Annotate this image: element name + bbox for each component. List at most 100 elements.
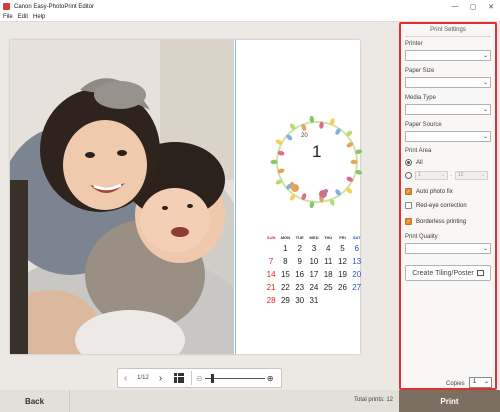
auto-photo-fix-checkbox[interactable]: ✓ xyxy=(405,188,412,195)
copy-icon xyxy=(476,270,484,276)
menu-help[interactable]: Help xyxy=(33,14,45,20)
auto-photo-fix-option[interactable]: ✓ Auto photo fix xyxy=(405,188,453,195)
radio-button[interactable] xyxy=(405,172,412,179)
calendar-day: 20 xyxy=(352,270,362,279)
calendar-day: 19 xyxy=(338,270,347,279)
borderless-checkbox[interactable]: ✓ xyxy=(405,218,412,225)
print-area-label: Print Area xyxy=(405,148,432,154)
wreath-leaf xyxy=(350,159,358,165)
range-to-spinner[interactable]: 12 ⌄ xyxy=(455,171,488,180)
wreath-leaf xyxy=(270,159,278,165)
photo-image[interactable] xyxy=(10,40,234,354)
calendar-day: 3 xyxy=(311,244,317,253)
calendar-day: 21 xyxy=(266,283,276,292)
menu-edit[interactable]: Edit xyxy=(18,14,28,20)
range-separator: - xyxy=(450,172,452,179)
copies-label: Copies xyxy=(446,381,465,387)
flower-wreath-illustration xyxy=(270,115,363,209)
children-photo xyxy=(10,40,234,354)
calendar-day: 14 xyxy=(266,270,276,279)
calendar-day: 23 xyxy=(295,283,305,292)
borderless-option[interactable]: ✓ Borderless printing xyxy=(405,218,466,225)
window-controls: — ▢ ✕ xyxy=(446,0,500,13)
media-type-select[interactable]: ⌄ xyxy=(405,104,491,115)
paper-source-select[interactable]: ⌄ xyxy=(405,131,491,142)
title-bar: Canon Easy-PhotoPrint Editor — ▢ ✕ xyxy=(0,0,500,13)
chevron-down-icon: ⌄ xyxy=(482,246,488,252)
zoom-out-icon[interactable]: ⊖ xyxy=(196,374,203,383)
radio-button[interactable] xyxy=(405,159,412,166)
copies-select[interactable]: 1 ⌄ xyxy=(469,377,492,388)
calendar-day: 28 xyxy=(266,296,276,305)
paper-size-select[interactable]: ⌄ xyxy=(405,77,491,88)
calendar-grid: SUN MON TUE WED THU FRI SAT 1 2 3 4 5 6 7 8 9 10 1… xyxy=(264,235,364,305)
calendar-day: 5 xyxy=(340,244,345,253)
print-area-all-option[interactable]: All xyxy=(405,159,423,166)
menu-bar: File Edit Help xyxy=(0,13,500,22)
calendar-day: 31 xyxy=(309,296,319,305)
page-fold-line xyxy=(235,40,236,354)
printer-select[interactable]: ⌄ xyxy=(405,50,491,61)
back-button[interactable]: Back xyxy=(0,390,70,412)
calendar-day: 26 xyxy=(338,283,347,292)
zoom-slider-thumb[interactable] xyxy=(210,373,214,383)
chevron-down-icon: ⌄ xyxy=(483,379,489,385)
page-indicator: 1/12 xyxy=(137,375,149,381)
calendar-week-row: 28 29 30 31 xyxy=(264,296,364,305)
borderless-label: Borderless printing xyxy=(416,218,467,225)
range-from-spinner[interactable]: 1 ⌄ xyxy=(415,171,448,180)
chevron-right-icon[interactable]: › xyxy=(153,373,168,384)
calendar-page-preview[interactable]: 20 1 SUN MON TUE WED THU FRI SAT 1234567… xyxy=(10,40,363,354)
calendar-day: 22 xyxy=(280,283,290,292)
calendar-day: 4 xyxy=(325,244,331,253)
calendar-day: 13 xyxy=(352,257,362,266)
printer-label: Printer xyxy=(405,41,423,47)
print-button[interactable]: Print xyxy=(399,390,500,412)
print-quality-select[interactable]: ⌄ xyxy=(405,243,491,254)
paper-size-label: Paper Size xyxy=(405,68,435,74)
calendar-day: 6 xyxy=(354,244,359,253)
calendar-day: 17 xyxy=(309,270,319,279)
calendar-weekday-header: SUN MON TUE WED THU FRI SAT xyxy=(264,235,364,240)
red-eye-option[interactable]: Red-eye correction xyxy=(405,202,467,209)
calendar-year: 20 xyxy=(301,133,308,139)
weekday-sat: SAT xyxy=(352,235,361,240)
calendar-day: 29 xyxy=(280,296,290,305)
panel-title: Print Settings xyxy=(430,27,466,33)
create-tiling-poster-button[interactable]: Create Tiling/Poster xyxy=(405,265,491,281)
preview-area: 20 1 SUN MON TUE WED THU FRI SAT 1234567… xyxy=(0,22,398,390)
calendar-day: 27 xyxy=(352,283,362,292)
zoom-in-icon[interactable]: ⊕ xyxy=(267,374,274,383)
minimize-button[interactable]: — xyxy=(446,0,464,13)
chevron-down-icon: ⌄ xyxy=(482,107,488,113)
menu-file[interactable]: File xyxy=(3,14,13,20)
calendar-day: 24 xyxy=(309,283,319,292)
red-eye-checkbox[interactable] xyxy=(405,202,412,209)
chevron-left-icon[interactable]: ‹ xyxy=(118,373,133,384)
close-button[interactable]: ✕ xyxy=(482,0,500,13)
calendar-day: 18 xyxy=(323,270,333,279)
app-logo-icon xyxy=(3,3,10,10)
weekday-fri: FRI xyxy=(339,235,346,240)
calendar-day xyxy=(264,244,278,253)
print-area-range-option[interactable]: 1 ⌄ - 12 ⌄ xyxy=(405,171,488,180)
bottom-bar: Back Total prints: 12 Print xyxy=(0,390,500,412)
calendar-week-row: 14 15 16 17 18 19 20 xyxy=(264,270,364,279)
divider xyxy=(191,371,192,385)
calendar-day: 15 xyxy=(280,270,290,279)
calendar-week-row: 7 8 9 10 11 12 13 xyxy=(264,257,364,266)
weekday-wed: WED xyxy=(309,235,319,240)
calendar-week-row: 21 22 23 24 25 26 27 xyxy=(264,283,364,292)
print-quality-label: Print Quality xyxy=(405,234,438,240)
chevron-down-icon: ⌄ xyxy=(482,80,488,86)
radio-label-all: All xyxy=(416,159,423,166)
weekday-mon: MON xyxy=(280,235,291,240)
weekday-tue: TUE xyxy=(295,235,304,240)
zoom-slider[interactable] xyxy=(204,373,265,383)
calendar-day: 16 xyxy=(295,270,305,279)
grid-view-icon[interactable] xyxy=(174,373,184,383)
calendar-day xyxy=(350,296,364,305)
calendar-day: 2 xyxy=(297,244,302,253)
maximize-button[interactable]: ▢ xyxy=(464,0,482,13)
weekday-thu: THU xyxy=(324,235,333,240)
